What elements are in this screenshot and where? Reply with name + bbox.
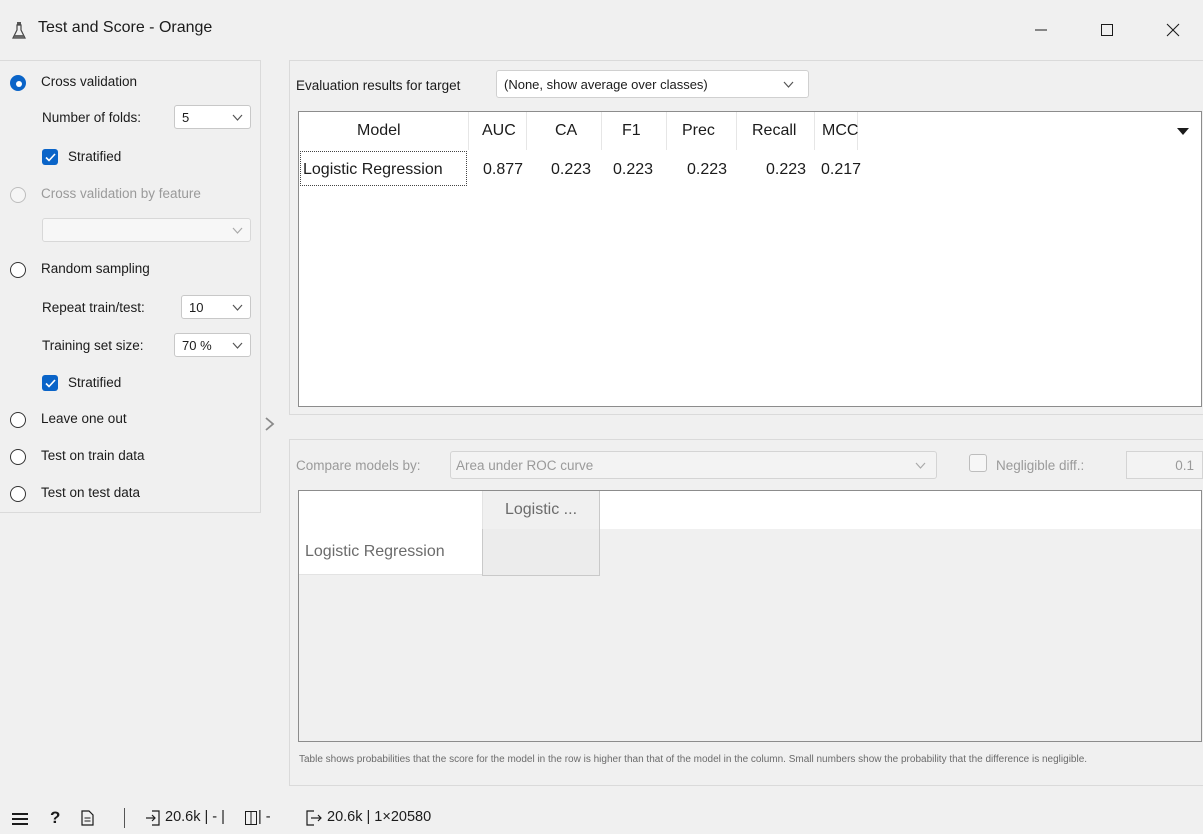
- close-icon: [1166, 23, 1180, 37]
- compare-by-select[interactable]: Area under ROC curve: [450, 451, 937, 479]
- chevron-down-icon: [783, 81, 794, 88]
- comparison-row-header[interactable]: Logistic Regression: [299, 529, 482, 575]
- folds-label: Number of folds:: [42, 110, 142, 125]
- chevron-down-icon: [915, 462, 926, 469]
- target-value: (None, show average over classes): [504, 76, 708, 92]
- folds-value: 5: [182, 109, 190, 125]
- comparison-header-strip: [299, 491, 1201, 529]
- column-divider: [736, 112, 737, 150]
- training-size-select[interactable]: 70 %: [174, 333, 251, 357]
- table-row-prec[interactable]: 0.223: [687, 161, 727, 179]
- column-header-prec[interactable]: Prec: [682, 122, 715, 140]
- orange-flask-icon: [12, 22, 26, 40]
- test-on-train-radio[interactable]: [10, 449, 26, 465]
- comparison-cell: [482, 529, 600, 576]
- folds-select[interactable]: 5: [174, 105, 251, 129]
- hamburger-menu-icon[interactable]: [12, 812, 28, 829]
- table-row-mcc[interactable]: 0.217: [821, 161, 861, 179]
- stratified-checkbox-1[interactable]: [42, 149, 58, 165]
- table-row-ca[interactable]: 0.223: [551, 161, 591, 179]
- test-on-train-label: Test on train data: [41, 448, 145, 463]
- training-size-label: Training set size:: [42, 338, 144, 353]
- test-on-test-radio[interactable]: [10, 486, 26, 502]
- random-sampling-label: Random sampling: [41, 261, 150, 276]
- repeat-value: 10: [189, 299, 204, 315]
- repeat-label: Repeat train/test:: [42, 300, 145, 315]
- maximize-icon: [1101, 24, 1113, 36]
- chevron-down-icon: [232, 304, 243, 311]
- table-row-f1[interactable]: 0.223: [613, 161, 653, 179]
- column-divider: [526, 112, 527, 150]
- compare-by-value: Area under ROC curve: [456, 457, 594, 473]
- negligible-diff-input[interactable]: 0.1: [1126, 451, 1203, 479]
- cross-validation-radio[interactable]: [10, 75, 26, 91]
- chevron-down-icon: [232, 227, 243, 234]
- maximize-button[interactable]: [1084, 12, 1130, 48]
- minimize-icon: [1035, 29, 1047, 31]
- close-button[interactable]: [1150, 12, 1196, 48]
- training-size-value: 70 %: [182, 337, 212, 353]
- feature-select[interactable]: [42, 218, 251, 242]
- column-header-ca[interactable]: CA: [555, 122, 577, 140]
- cv-by-feature-label: Cross validation by feature: [41, 186, 201, 201]
- help-icon[interactable]: ?: [50, 808, 60, 828]
- comparison-column-header[interactable]: Logistic ...: [482, 491, 600, 529]
- negligible-diff-checkbox[interactable]: [969, 454, 987, 472]
- target-select[interactable]: (None, show average over classes): [496, 70, 809, 98]
- column-divider: [601, 112, 602, 150]
- checkmark-icon: [44, 378, 56, 388]
- column-divider: [468, 112, 469, 150]
- comparison-footnote: Table shows probabilities that the score…: [299, 754, 1088, 765]
- status-divider: [124, 808, 125, 828]
- column-divider: [666, 112, 667, 150]
- input-icon: [145, 810, 161, 829]
- table-icon: [245, 811, 257, 828]
- leave-one-out-label: Leave one out: [41, 411, 127, 426]
- column-header-mcc[interactable]: MCC: [822, 122, 858, 140]
- stratified-checkbox-2[interactable]: [42, 375, 58, 391]
- target-label: Evaluation results for target: [296, 78, 461, 93]
- negligible-diff-label: Negligible diff.:: [996, 458, 1085, 473]
- random-sampling-radio[interactable]: [10, 262, 26, 278]
- column-divider: [814, 112, 815, 150]
- report-icon[interactable]: [81, 810, 94, 829]
- table-row-model[interactable]: Logistic Regression: [303, 161, 443, 179]
- table-row-auc[interactable]: 0.877: [483, 161, 523, 179]
- collapse-panel-arrow-icon[interactable]: [263, 414, 277, 434]
- cross-validation-label: Cross validation: [41, 74, 138, 89]
- repeat-select[interactable]: 10: [181, 295, 251, 319]
- checkmark-icon: [44, 152, 56, 162]
- column-menu-icon[interactable]: [1176, 124, 1190, 139]
- cv-by-feature-radio[interactable]: [10, 187, 26, 203]
- input-summary: 20.6k | - |: [165, 809, 225, 825]
- output-icon: [306, 810, 322, 829]
- minimize-button[interactable]: [1018, 12, 1064, 48]
- column-header-model[interactable]: Model: [357, 122, 401, 140]
- compare-by-label: Compare models by:: [296, 458, 421, 473]
- stratified-label-2: Stratified: [68, 375, 122, 390]
- chevron-down-icon: [232, 342, 243, 349]
- column-header-recall[interactable]: Recall: [752, 122, 796, 140]
- test-on-test-label: Test on test data: [41, 485, 141, 500]
- column-header-auc[interactable]: AUC: [482, 122, 516, 140]
- leave-one-out-radio[interactable]: [10, 412, 26, 428]
- chevron-down-icon: [232, 114, 243, 121]
- input-summary-2: | -: [258, 809, 271, 825]
- stratified-label-1: Stratified: [68, 149, 122, 164]
- column-header-f1[interactable]: F1: [622, 122, 641, 140]
- output-summary: 20.6k | 1×20580: [327, 809, 432, 825]
- table-row-recall[interactable]: 0.223: [766, 161, 806, 179]
- window-title: Test and Score - Orange: [38, 19, 213, 36]
